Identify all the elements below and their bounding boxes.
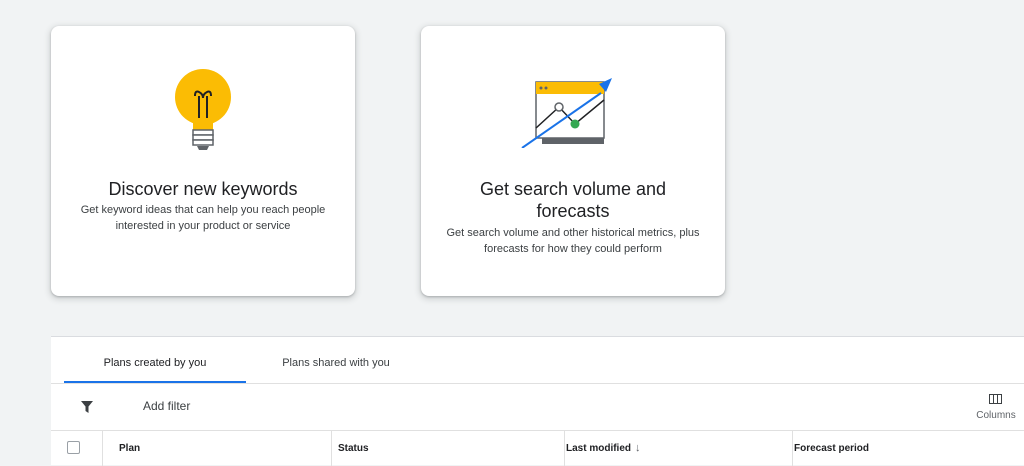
card-description: Get keyword ideas that can help you reac… — [80, 204, 326, 232]
discover-keywords-card[interactable]: Discover new keywords Get keyword ideas … — [51, 26, 355, 296]
tab-plans-shared-with-you[interactable]: Plans shared with you — [247, 337, 425, 384]
columns-button[interactable]: Columns — [968, 391, 1024, 425]
column-header-plan[interactable]: Plan — [103, 431, 332, 466]
card-title: Get search volume and forecasts — [479, 179, 667, 221]
card-title: Discover new keywords — [108, 179, 298, 199]
plans-panel: Plans created by you Plans shared with y… — [51, 336, 1024, 466]
search-volume-forecasts-card[interactable]: Get search volume and forecasts Get sear… — [421, 26, 725, 296]
columns-label: Columns — [976, 410, 1016, 421]
plans-tabs: Plans created by you Plans shared with y… — [51, 337, 1024, 384]
column-header-label: Last modified — [566, 443, 632, 454]
column-header-status[interactable]: Status — [332, 431, 565, 466]
column-header-last-modified[interactable]: Last modified ↓ — [565, 431, 793, 466]
select-all-cell — [51, 431, 103, 466]
table-header: Plan Status Last modified ↓ Forecast peri… — [51, 431, 1024, 466]
columns-icon — [989, 394, 1002, 404]
column-header-forecast-period[interactable]: Forecast period — [793, 431, 1024, 466]
active-tab-indicator — [64, 381, 246, 383]
lightbulb-icon — [175, 69, 231, 150]
tab-plans-created-by-you[interactable]: Plans created by you — [64, 337, 246, 384]
select-all-checkbox[interactable] — [67, 441, 80, 454]
filter-icon[interactable] — [81, 401, 93, 413]
filter-bar: Add filter Columns — [51, 384, 1024, 431]
sort-down-icon: ↓ — [635, 442, 641, 454]
card-description: Get search volume and other historical m… — [446, 227, 700, 255]
add-filter-button[interactable]: Add filter — [143, 399, 190, 413]
trending-chart-icon — [521, 78, 612, 148]
